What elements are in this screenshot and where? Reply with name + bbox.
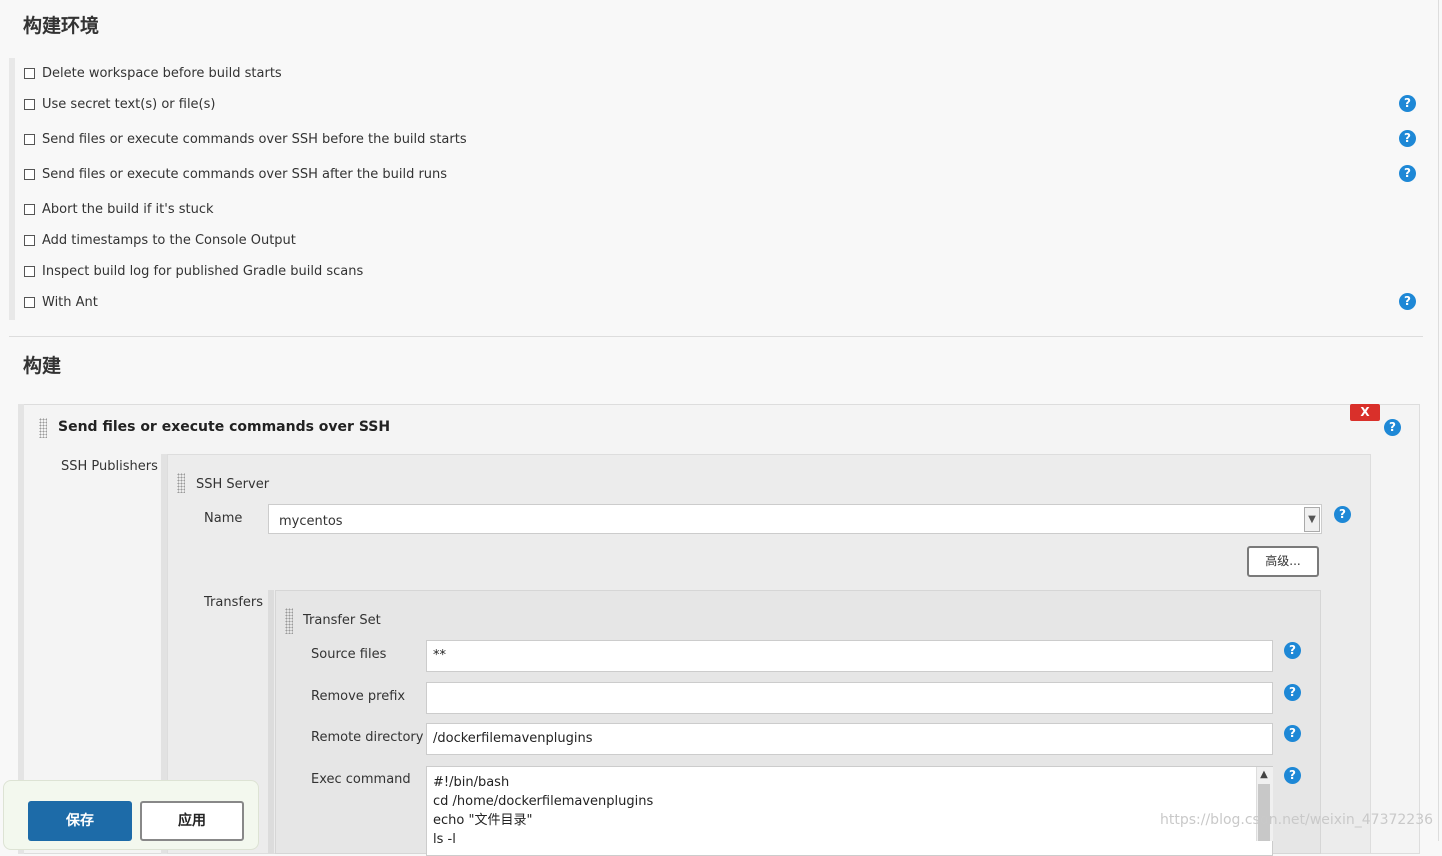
section-title-build: 构建 [23,355,62,377]
source-files-input[interactable]: ** [426,640,1273,672]
option-ssh-after[interactable]: Send files or execute commands over SSH … [24,164,447,184]
option-label: Delete workspace before build starts [42,65,282,81]
option-abort-stuck[interactable]: Abort the build if it's stuck [24,199,214,219]
advanced-button[interactable]: 高级... [1247,546,1319,577]
exec-command-textarea[interactable]: #!/bin/bash cd /home/dockerfilemavenplug… [426,766,1273,856]
checkbox[interactable] [24,168,35,180]
exec-command-line: echo "文件目录" [433,813,533,828]
transfer-set-title: Transfer Set [303,613,381,628]
server-name-label: Name [204,511,243,526]
remote-directory-label: Remote directory [311,730,424,745]
source-files-label: Source files [311,647,387,662]
exec-command-line: cd /home/dockerfilemavenplugins [433,794,654,809]
help-icon[interactable]: ? [1399,95,1416,112]
ssh-server-title: SSH Server [196,477,270,492]
transfers-label: Transfers [204,595,264,610]
server-name-value: mycentos [279,514,343,529]
remove-prefix-input[interactable] [426,682,1273,714]
checkbox[interactable] [24,67,35,79]
option-gradle-scans[interactable]: Inspect build log for published Gradle b… [24,261,363,281]
help-icon[interactable]: ? [1284,767,1301,784]
option-label: Abort the build if it's stuck [42,201,214,217]
build-step-title: Send files or execute commands over SSH [58,419,391,435]
option-label: Add timestamps to the Console Output [42,232,296,248]
checkbox[interactable] [24,203,35,215]
option-secret-text[interactable]: Use secret text(s) or file(s) [24,94,215,114]
option-ssh-before[interactable]: Send files or execute commands over SSH … [24,129,467,149]
option-label: Use secret text(s) or file(s) [42,96,216,112]
chevron-down-icon[interactable]: ▼ [1304,507,1320,532]
remove-prefix-label: Remove prefix [311,689,406,704]
apply-button[interactable]: 应用 [140,801,244,841]
ssh-publishers-label: SSH Publishers [61,459,158,474]
section-bar [9,58,15,320]
option-label: Inspect build log for published Gradle b… [42,263,364,279]
drag-handle-icon[interactable] [39,418,47,438]
option-label: Send files or execute commands over SSH … [42,166,448,182]
transfers-bar [268,590,274,854]
checkbox[interactable] [24,265,35,277]
option-timestamps[interactable]: Add timestamps to the Console Output [24,230,296,250]
drag-handle-icon[interactable] [285,608,293,634]
option-label: With Ant [42,294,98,310]
section-title-build-env: 构建环境 [23,15,100,37]
help-icon[interactable]: ? [1284,725,1301,742]
option-delete-workspace[interactable]: Delete workspace before build starts [24,63,282,83]
help-icon[interactable]: ? [1334,506,1351,523]
help-icon[interactable]: ? [1399,130,1416,147]
server-name-select[interactable] [268,504,1322,534]
help-icon[interactable]: ? [1384,419,1401,436]
help-icon[interactable]: ? [1399,293,1416,310]
help-icon[interactable]: ? [1399,165,1416,182]
help-icon[interactable]: ? [1284,642,1301,659]
checkbox[interactable] [24,133,35,145]
checkbox[interactable] [24,234,35,246]
help-icon[interactable]: ? [1284,684,1301,701]
option-label: Send files or execute commands over SSH … [42,131,467,147]
checkbox[interactable] [24,98,35,110]
checkbox[interactable] [24,296,35,308]
remote-directory-input[interactable]: /dockerfilemavenplugins [426,723,1273,755]
watermark: https://blog.csdn.net/weixin_47372236 [1160,812,1434,828]
delete-step-button[interactable]: X [1350,404,1380,421]
section-divider [9,336,1423,337]
drag-handle-icon[interactable] [177,473,185,493]
exec-command-label: Exec command [311,772,411,787]
save-button[interactable]: 保存 [28,801,132,841]
option-with-ant[interactable]: With Ant [24,292,98,312]
exec-command-line: #!/bin/bash [433,775,510,790]
exec-command-line: ls -l [433,832,456,847]
scroll-up-icon[interactable]: ▲ [1256,767,1272,783]
